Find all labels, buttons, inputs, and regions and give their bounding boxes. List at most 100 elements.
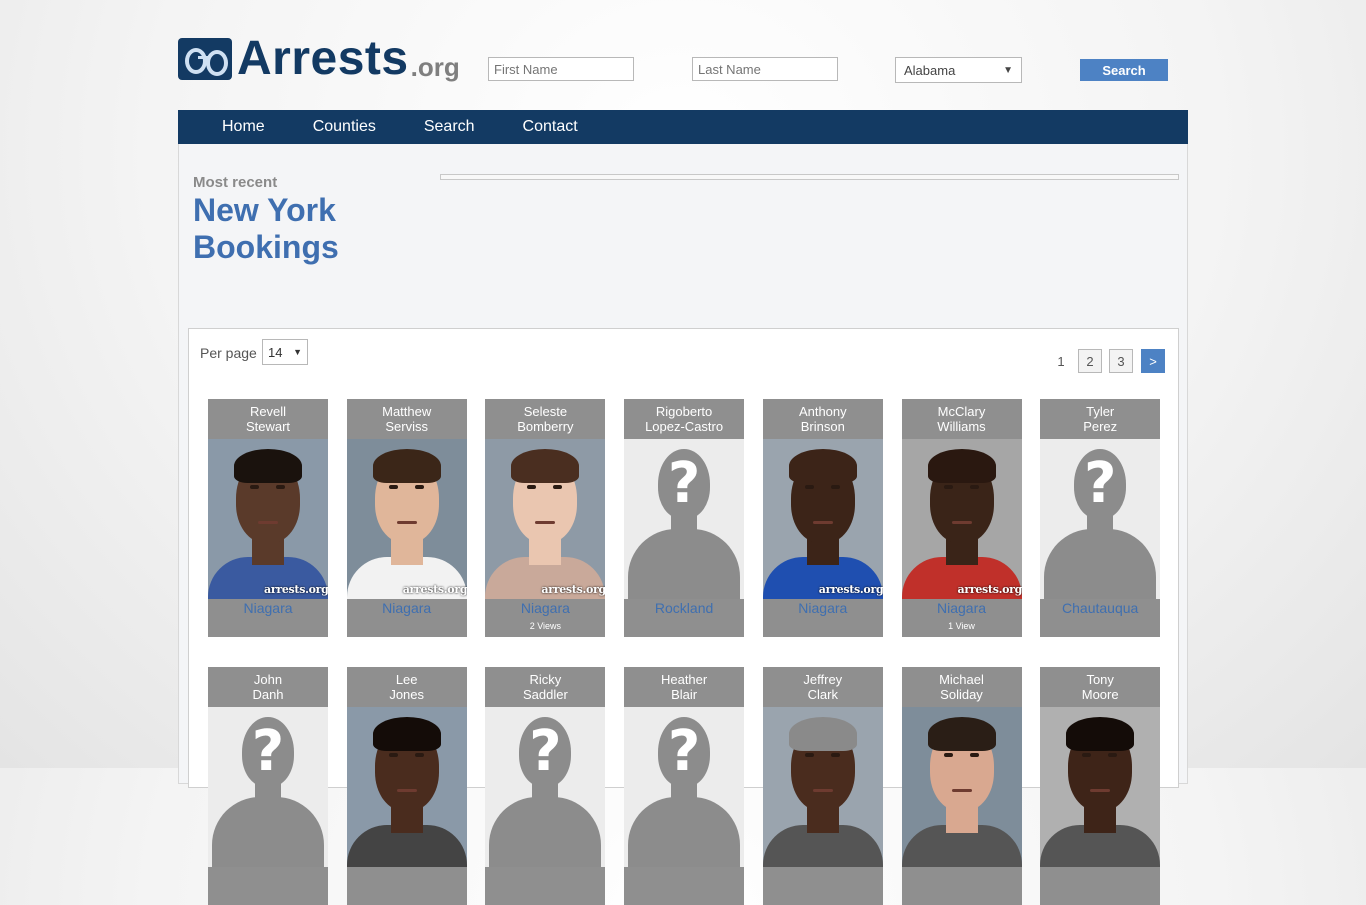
last-name: Stewart xyxy=(245,419,291,434)
mugshot-photo[interactable] xyxy=(901,707,1022,867)
per-page-label: Per page xyxy=(200,345,257,361)
last-name: Blair xyxy=(671,687,698,702)
booking-card[interactable]: Michael Soliday xyxy=(901,667,1022,905)
last-name: Serviss xyxy=(385,419,428,434)
page-3-button[interactable]: 3 xyxy=(1109,349,1133,373)
first-name: Jeffrey xyxy=(803,672,843,687)
first-name: Revell xyxy=(249,404,287,419)
booking-name[interactable]: Anthony Brinson xyxy=(763,404,883,434)
state-select-value: Alabama xyxy=(904,62,956,78)
county-link[interactable]: Rockland xyxy=(624,600,744,616)
first-name-input[interactable] xyxy=(488,57,634,81)
unknown-person-icon[interactable]: ? xyxy=(485,707,606,867)
booking-name[interactable]: Matthew Serviss xyxy=(347,404,467,434)
mugshot-photo[interactable]: arrests.org xyxy=(901,439,1022,599)
county-link[interactable]: Niagara xyxy=(763,600,883,616)
booking-name[interactable]: Ricky Saddler xyxy=(485,672,605,702)
last-name: Perez xyxy=(1083,419,1118,434)
first-name: Rigoberto xyxy=(655,404,713,419)
booking-card[interactable]: McClary Williams arrests.org Niagara 1 View xyxy=(901,399,1022,637)
page-title-line2: Bookings xyxy=(193,229,339,265)
county-link[interactable]: Niagara xyxy=(485,600,605,616)
last-name: Lopez-Castro xyxy=(645,419,724,434)
main-nav: Home Counties Search Contact xyxy=(178,110,1188,144)
photo-watermark: arrests.org xyxy=(264,583,328,596)
booking-card[interactable]: Tyler Perez? Chautauqua xyxy=(1040,399,1161,637)
county-link[interactable]: Chautauqua xyxy=(1040,600,1160,616)
last-name: Clark xyxy=(807,687,838,702)
last-name-input[interactable] xyxy=(692,57,838,81)
nav-contact[interactable]: Contact xyxy=(523,118,578,136)
booking-name[interactable]: Seleste Bomberry xyxy=(485,404,605,434)
booking-card[interactable]: Heather Blair? xyxy=(624,667,745,905)
booking-card[interactable]: Seleste Bomberry arrests.org Niagara 2 Views xyxy=(485,399,606,637)
booking-name[interactable]: McClary Williams xyxy=(902,404,1022,434)
per-page-select[interactable]: 14 ▼ xyxy=(262,339,308,365)
booking-name[interactable]: Lee Jones xyxy=(347,672,467,702)
section-subtitle: Most recent xyxy=(193,174,278,191)
handcuffs-icon xyxy=(178,38,232,80)
page-title: New York Bookings xyxy=(193,192,423,266)
first-name: McClary xyxy=(937,404,986,419)
booking-name[interactable]: Jeffrey Clark xyxy=(763,672,883,702)
next-page-button[interactable]: > xyxy=(1141,349,1165,373)
booking-card[interactable]: Rigoberto Lopez-Castro? Rockland xyxy=(624,399,745,637)
photo-watermark: arrests.org xyxy=(541,583,606,596)
booking-name[interactable]: Michael Soliday xyxy=(902,672,1022,702)
photo-watermark: arrests.org xyxy=(957,583,1022,596)
page-1-current: 1 xyxy=(1057,353,1065,369)
first-name: John xyxy=(253,672,283,687)
booking-name[interactable]: Heather Blair xyxy=(624,672,744,702)
booking-card[interactable]: Revell Stewart arrests.org Niagara xyxy=(208,399,328,637)
first-name: Seleste xyxy=(523,404,568,419)
view-count: 1 View xyxy=(948,621,975,631)
mugshot-photo[interactable]: arrests.org xyxy=(485,439,606,599)
booking-name[interactable]: Tyler Perez xyxy=(1040,404,1160,434)
search-button[interactable]: Search xyxy=(1080,59,1168,81)
booking-card[interactable]: Lee Jones xyxy=(346,667,467,905)
booking-card[interactable]: Anthony Brinson arrests.org Niagara xyxy=(762,399,883,637)
county-link[interactable]: Niagara xyxy=(347,600,467,616)
booking-name[interactable]: Rigoberto Lopez-Castro xyxy=(624,404,744,434)
first-name: Tony xyxy=(1086,672,1114,687)
booking-name[interactable]: Tony Moore xyxy=(1040,672,1160,702)
booking-name[interactable]: Revell Stewart xyxy=(208,404,328,434)
mugshot-photo[interactable]: arrests.org xyxy=(346,439,467,599)
last-name: Moore xyxy=(1081,687,1119,702)
booking-card[interactable]: Tony Moore xyxy=(1040,667,1161,905)
first-name: Ricky xyxy=(529,672,562,687)
unknown-person-icon[interactable]: ? xyxy=(208,707,328,867)
chevron-down-icon: ▼ xyxy=(1003,64,1013,76)
booking-card[interactable]: Matthew Serviss arrests.org Niagara xyxy=(346,399,467,637)
nav-search[interactable]: Search xyxy=(424,118,475,136)
booking-name[interactable]: John Danh xyxy=(208,672,328,702)
mugshot-photo[interactable] xyxy=(762,707,883,867)
ad-banner xyxy=(440,174,1179,180)
unknown-person-icon[interactable]: ? xyxy=(1040,439,1161,599)
mugshot-photo[interactable] xyxy=(1040,707,1161,867)
county-link[interactable]: Niagara xyxy=(208,600,328,616)
unknown-person-icon[interactable]: ? xyxy=(624,439,745,599)
booking-card[interactable]: Ricky Saddler? xyxy=(485,667,606,905)
page-2-button[interactable]: 2 xyxy=(1078,349,1102,373)
booking-card[interactable]: John Danh? xyxy=(208,667,328,905)
first-name: Michael xyxy=(939,672,984,687)
state-select[interactable]: Alabama ▼ xyxy=(895,57,1022,83)
bookings-panel: Per page 14 ▼ 1 2 3 > Revell Stewart arres… xyxy=(188,328,1179,905)
mugshot-photo[interactable]: arrests.org xyxy=(208,439,328,599)
booking-card[interactable]: Jeffrey Clark xyxy=(762,667,883,905)
nav-counties[interactable]: Counties xyxy=(313,118,376,136)
last-name: Soliday xyxy=(940,687,983,702)
last-name: Brinson xyxy=(800,419,845,434)
first-name: Anthony xyxy=(798,404,847,419)
county-link[interactable]: Niagara xyxy=(902,600,1022,616)
mugshot-photo[interactable] xyxy=(346,707,467,867)
photo-watermark: arrests.org xyxy=(402,583,467,596)
nav-home[interactable]: Home xyxy=(222,118,265,136)
unknown-person-icon[interactable]: ? xyxy=(624,707,745,867)
page-title-line1: New York xyxy=(193,192,336,228)
last-name: Jones xyxy=(389,687,425,702)
logo-text: Arrests xyxy=(237,32,409,85)
mugshot-photo[interactable]: arrests.org xyxy=(762,439,883,599)
site-logo[interactable]: Arrests .org xyxy=(178,32,460,85)
